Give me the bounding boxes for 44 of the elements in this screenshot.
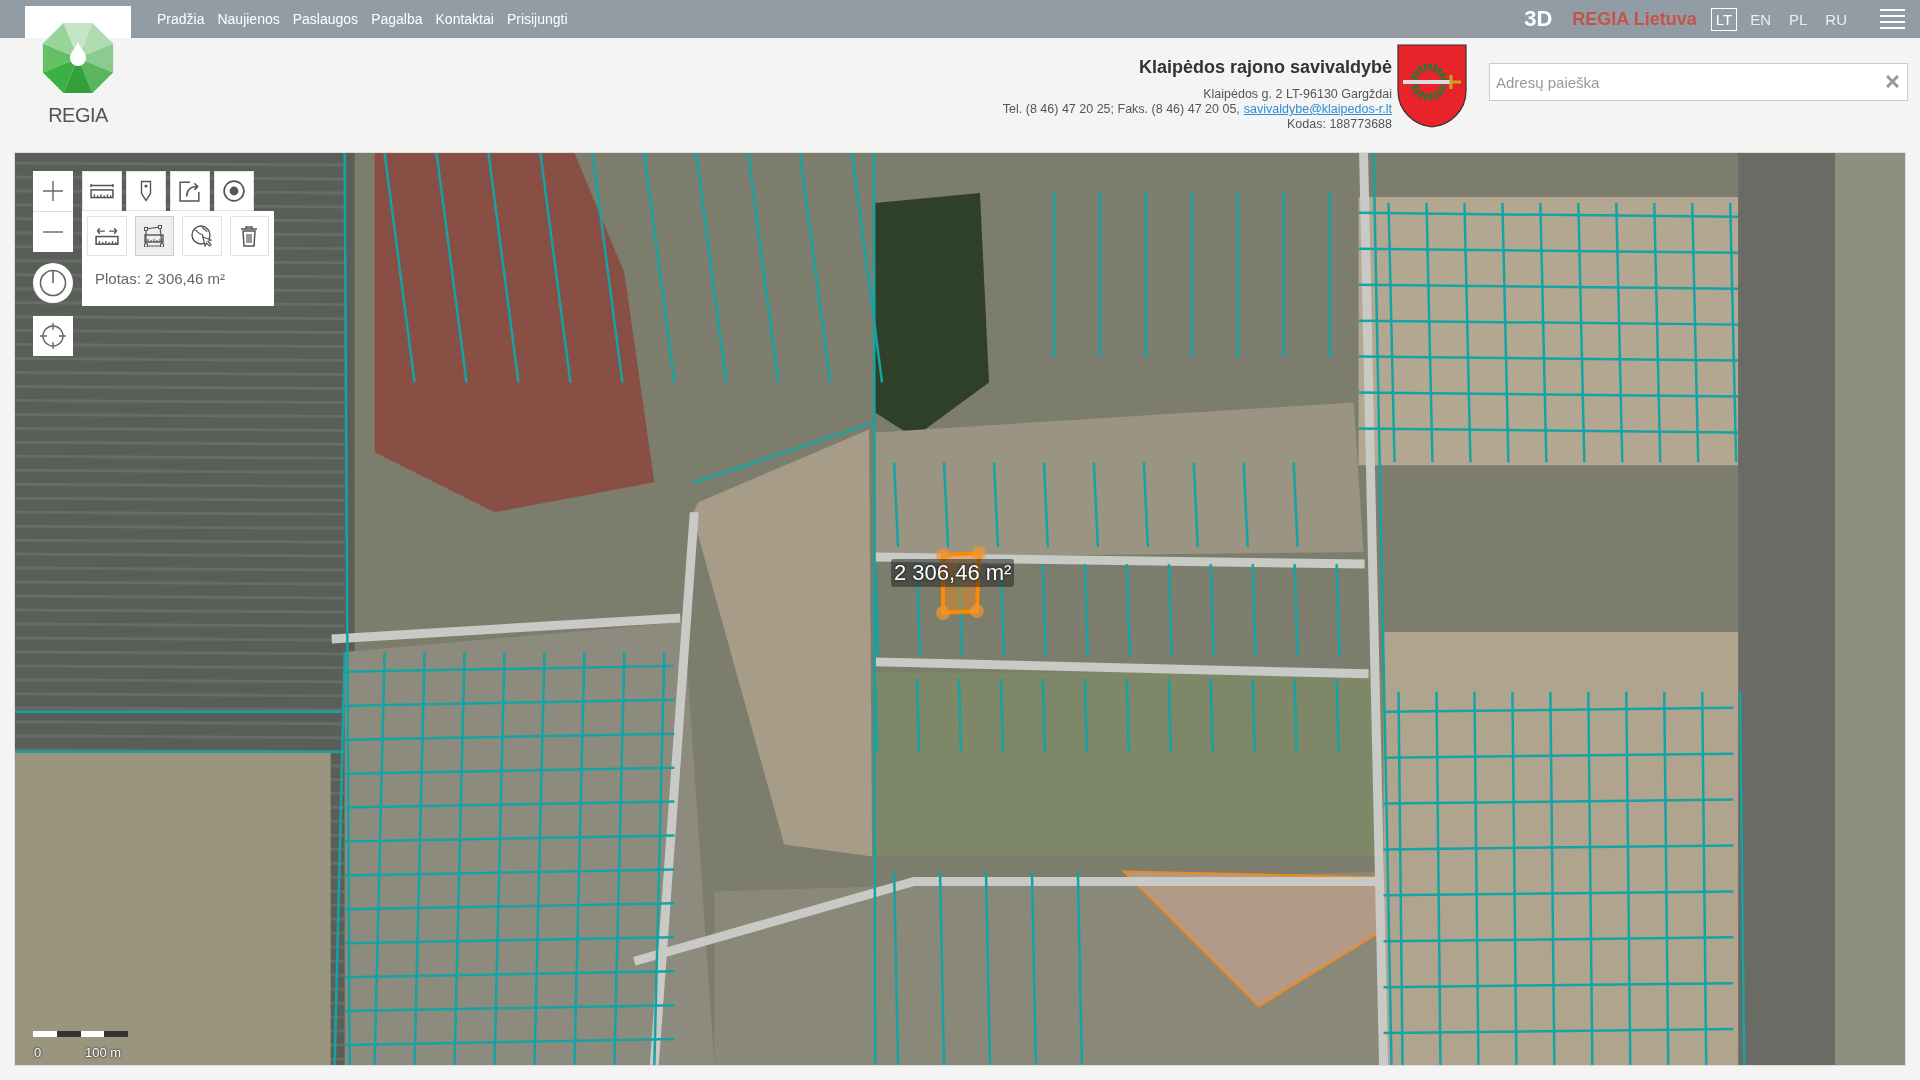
scale-end-label: 100 m <box>85 1045 122 1060</box>
email-link[interactable]: savivaldybe@klaipedos-r.lt <box>1243 102 1392 117</box>
share-button[interactable] <box>170 171 210 211</box>
minus-icon <box>43 231 63 233</box>
nav-link[interactable]: Pagalba <box>371 11 423 27</box>
target-icon <box>222 180 246 202</box>
close-icon[interactable] <box>1886 75 1899 88</box>
area-readout: Plotas: 2 306,46 m² <box>95 270 227 287</box>
target-button[interactable] <box>214 171 254 211</box>
distance-button[interactable] <box>87 216 127 256</box>
delete-button[interactable] <box>229 216 269 256</box>
nav-link[interactable]: Kontaktai <box>435 11 494 27</box>
nav-link[interactable]: Paslaugos <box>292 11 359 27</box>
select-area-button[interactable] <box>182 216 222 256</box>
area-button[interactable] <box>134 216 174 256</box>
measure-button[interactable] <box>82 171 122 211</box>
language-button[interactable]: RU <box>1820 7 1852 31</box>
locate-button[interactable] <box>33 316 73 356</box>
nav-link[interactable]: Naujienos <box>217 11 280 27</box>
scale-start-label: 0 <box>34 1045 42 1060</box>
plus-icon <box>43 181 63 201</box>
area-measurement-label: 2 306,46 m² <box>891 559 1015 587</box>
polygon-ruler-icon <box>142 225 167 247</box>
nav-link[interactable]: Prisijungti <box>506 11 568 27</box>
share-icon <box>178 180 202 202</box>
phone-text: Tel. (8 46) 47 20 25; Faks. (8 46) 47 20 05, <box>1002 102 1240 117</box>
code-text: Kodas: 188773688 <box>1287 117 1392 132</box>
language-button[interactable]: PL <box>1783 7 1813 31</box>
language-button[interactable]: LT <box>1710 7 1738 31</box>
logo-text: REGIA <box>48 104 108 127</box>
coat-of-arms-icon <box>1397 44 1467 128</box>
language-button[interactable]: EN <box>1745 7 1776 31</box>
menu-icon[interactable] <box>1880 9 1905 29</box>
ruler-arrows-icon <box>94 225 119 247</box>
marker-button[interactable] <box>126 171 166 211</box>
address-text: Klaipėdos g. 2 LT-96130 Gargždai <box>1203 87 1392 102</box>
crosshair-icon <box>39 322 67 350</box>
municipality-name: Klaipėdos rajono savivaldybė <box>1138 57 1392 78</box>
nav-link[interactable]: Pradžia <box>157 11 205 27</box>
compass-icon <box>39 269 67 297</box>
brand-link[interactable]: REGIA Lietuva <box>1572 8 1697 30</box>
globe-cursor-icon <box>189 225 214 247</box>
3d-mode-link[interactable]: 3D <box>1524 6 1553 32</box>
address-search-field[interactable]: Adresų paieška <box>1489 63 1908 101</box>
